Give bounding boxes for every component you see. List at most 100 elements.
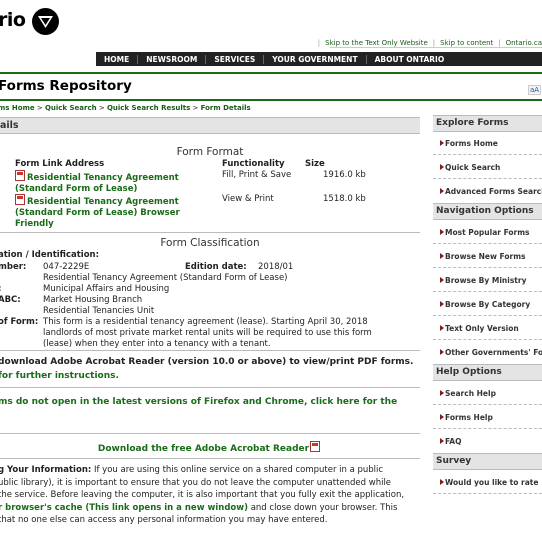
divider bbox=[433, 267, 542, 268]
edition-date: 2018/01 bbox=[258, 262, 294, 272]
sidebar-heading-navigation-options: Navigation Options bbox=[433, 203, 542, 220]
ministry: Municipal Affairs and Housing bbox=[43, 284, 170, 294]
arrow-right-icon bbox=[440, 301, 444, 307]
top-divider bbox=[330, 47, 542, 48]
divider bbox=[0, 232, 420, 233]
form-link-browser-friendly[interactable]: Residential Tenancy Agreement (Standard … bbox=[15, 197, 180, 229]
pdf-file-icon bbox=[15, 170, 25, 181]
col-functionality: Functionality bbox=[222, 159, 285, 169]
form-link-row-2: Residential Tenancy Agreement (Standard … bbox=[15, 194, 205, 230]
top-utility-links: | Skip to the Text Only Website | Skip to c… bbox=[317, 39, 542, 47]
form-details-heading: ails bbox=[0, 117, 420, 134]
sidebar-heading-help-options: Help Options bbox=[433, 364, 542, 381]
divider bbox=[433, 291, 542, 292]
skip-text-only-link[interactable]: Skip to the Text Only Website bbox=[325, 39, 428, 47]
arrow-right-icon bbox=[440, 390, 444, 396]
unit: Residential Tenancies Unit bbox=[43, 306, 155, 316]
sidebar-item-search-help[interactable]: Search Help bbox=[433, 389, 542, 398]
ministry-label: : bbox=[0, 284, 1, 294]
sidebar-item-browse-ministry[interactable]: Browse By Ministry bbox=[433, 276, 542, 285]
nav-newsroom[interactable]: NEWSROOM bbox=[138, 54, 207, 64]
nav-about-ontario[interactable]: ABOUT ONTARIO bbox=[367, 55, 453, 64]
trillium-logo-icon[interactable] bbox=[32, 8, 59, 35]
divider bbox=[433, 315, 542, 316]
download-acrobat-link[interactable]: Download the free Adobe Acrobat Reader bbox=[98, 444, 309, 454]
pdf-file-icon bbox=[15, 194, 25, 205]
arrow-right-icon bbox=[440, 438, 444, 444]
sidebar-item-most-popular[interactable]: Most Popular Forms bbox=[433, 228, 542, 237]
ontario-ca-link[interactable]: Ontario.ca bbox=[506, 39, 542, 47]
arrow-right-icon bbox=[440, 164, 444, 170]
firefox-chrome-link[interactable]: ms do not open in the latest versions of… bbox=[0, 397, 418, 407]
divider bbox=[0, 387, 420, 388]
breadcrumb-forms-home[interactable]: ms Home bbox=[0, 104, 35, 112]
edition-date-label: Edition date: bbox=[185, 262, 247, 272]
branch: Market Housing Branch bbox=[43, 295, 143, 305]
form-number: 047-2229E bbox=[43, 262, 90, 272]
sidebar-item-browse-new[interactable]: Browse New Forms bbox=[433, 252, 542, 261]
form-description: This form is a residential tenancy agree… bbox=[43, 317, 372, 349]
form-format-heading: Form Format bbox=[176, 146, 244, 158]
form-name: Residential Tenancy Agreement (Standard … bbox=[43, 273, 288, 283]
sidebar-item-quick-search[interactable]: Quick Search bbox=[433, 163, 542, 172]
divider bbox=[433, 493, 542, 494]
classification-identification-label: ation / Identification: bbox=[0, 250, 100, 260]
nav-your-government[interactable]: YOUR GOVERNMENT bbox=[264, 54, 367, 64]
privacy-heading: g Your Information: bbox=[0, 465, 92, 475]
divider bbox=[0, 433, 420, 434]
divider bbox=[433, 404, 542, 405]
breadcrumb-current: Form Details bbox=[200, 104, 251, 112]
acrobat-note: download Adobe Acrobat Reader (version 1… bbox=[0, 357, 414, 367]
form-link-row-1: Residential Tenancy Agreement (Standard … bbox=[15, 170, 205, 195]
sidebar-item-rate-survey[interactable]: Would you like to rate bbox=[433, 478, 542, 487]
sidebar-heading-survey: Survey bbox=[433, 453, 542, 470]
privacy-notice: g Your Information: If you are using thi… bbox=[0, 465, 405, 525]
nav-home[interactable]: HOME bbox=[96, 54, 139, 64]
sidebar-item-text-only[interactable]: Text Only Version bbox=[433, 324, 542, 333]
classification-fields: ation / Identification: mber: 047-2229E … bbox=[0, 250, 420, 350]
sidebar-item-faq[interactable]: FAQ bbox=[433, 437, 542, 446]
divider bbox=[433, 178, 542, 179]
nav-services[interactable]: SERVICES bbox=[206, 54, 265, 64]
arrow-right-icon bbox=[440, 414, 444, 420]
text-size-button[interactable]: aA bbox=[528, 85, 542, 95]
page-title: Forms Repository bbox=[0, 78, 132, 94]
arrow-right-icon bbox=[440, 140, 444, 146]
arrow-right-icon bbox=[440, 479, 444, 485]
header-rule bbox=[0, 72, 542, 74]
divider bbox=[433, 339, 542, 340]
row-1-functionality: Fill, Print & Save bbox=[222, 170, 292, 180]
arrow-right-icon bbox=[440, 325, 444, 331]
sidebar-item-browse-category[interactable]: Browse By Category bbox=[433, 300, 542, 309]
download-acrobat-row: Download the free Adobe Acrobat Reader bbox=[0, 441, 420, 454]
arrow-right-icon bbox=[440, 277, 444, 283]
sidebar-item-advanced-search[interactable]: Advanced Forms Search bbox=[433, 187, 542, 196]
clear-browser-cache-link[interactable]: r browser's cache (This link opens in a … bbox=[0, 503, 248, 513]
col-size: Size bbox=[305, 159, 325, 169]
breadcrumb-quick-search[interactable]: Quick Search bbox=[45, 104, 97, 112]
form-classification-heading: Form Classification bbox=[160, 237, 260, 249]
instructions-link[interactable]: for further instructions. bbox=[0, 371, 119, 381]
sidebar-item-forms-home[interactable]: Forms Home bbox=[433, 139, 542, 148]
sidebar-heading-explore-forms: Explore Forms bbox=[433, 115, 542, 132]
row-2-size: 1518.0 kb bbox=[323, 194, 366, 204]
arrow-right-icon bbox=[440, 253, 444, 259]
sidebar-item-forms-help[interactable]: Forms Help bbox=[433, 413, 542, 422]
pdf-file-icon bbox=[310, 441, 321, 452]
divider bbox=[433, 243, 542, 244]
ontario-logo-text[interactable]: rio bbox=[0, 9, 26, 31]
sidebar-item-other-governments[interactable]: Other Governments' Forms bbox=[433, 348, 542, 357]
description-label: of Form: bbox=[0, 317, 39, 327]
col-form-link-address: Form Link Address bbox=[15, 159, 105, 169]
breadcrumb-quick-search-results[interactable]: Quick Search Results bbox=[107, 104, 190, 112]
divider bbox=[0, 350, 420, 351]
arrow-right-icon bbox=[440, 229, 444, 235]
abc-label: ABC: bbox=[0, 295, 21, 305]
divider bbox=[433, 154, 542, 155]
skip-to-content-link[interactable]: Skip to content bbox=[440, 39, 493, 47]
form-link-fillable[interactable]: Residential Tenancy Agreement (Standard … bbox=[15, 173, 179, 194]
divider bbox=[0, 458, 420, 459]
main-nav-bar: HOME NEWSROOM SERVICES YOUR GOVERNMENT A… bbox=[96, 52, 542, 66]
arrow-right-icon bbox=[440, 188, 444, 194]
arrow-right-icon bbox=[440, 349, 444, 355]
